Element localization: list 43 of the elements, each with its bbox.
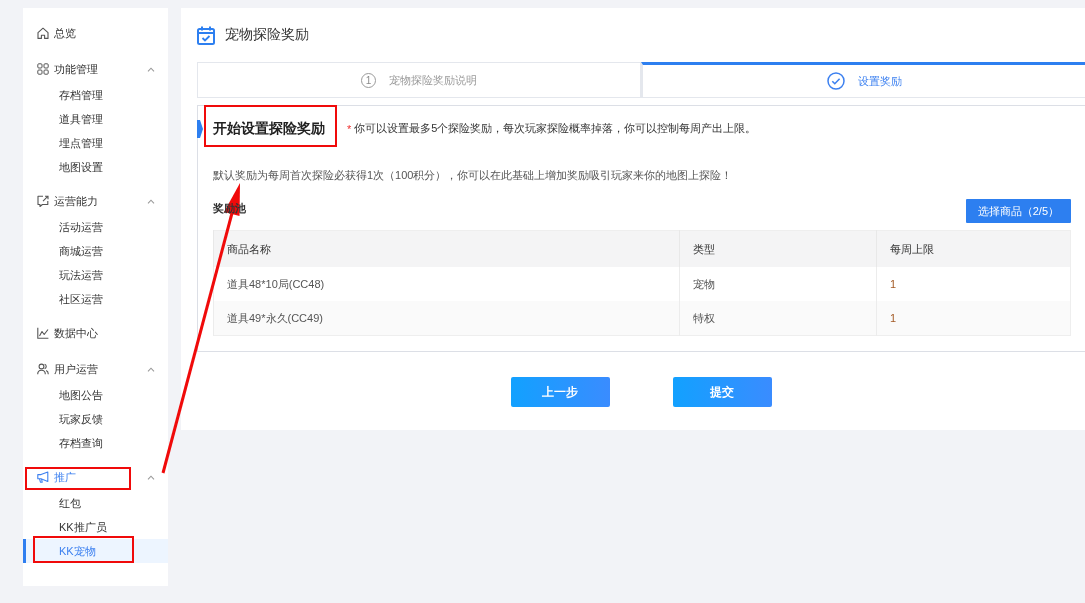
- sidebar-subitem[interactable]: 道具管理: [23, 107, 168, 131]
- sidebar-item[interactable]: 推广: [23, 465, 168, 489]
- share-square-icon: [37, 195, 49, 207]
- sidebar-subitem[interactable]: 埋点管理: [23, 131, 168, 155]
- step-tab[interactable]: 1 宠物探险奖励说明: [197, 62, 641, 98]
- table-cell: 道具49*永久(CC49): [213, 301, 680, 336]
- sidebar-subitem[interactable]: 地图设置: [23, 155, 168, 179]
- section-note: 你可以设置最多5个探险奖励，每次玩家探险概率掉落，你可以控制每周产出上限。: [354, 121, 757, 136]
- sidebar-subitem[interactable]: 地图公告: [23, 383, 168, 407]
- calendar-check-icon: [197, 25, 215, 45]
- megaphone-icon: [37, 471, 49, 483]
- sidebar-item[interactable]: 功能管理: [23, 57, 168, 81]
- sidebar-item[interactable]: 数据中心: [23, 321, 168, 345]
- sidebar-subitem[interactable]: 玩法运营: [23, 263, 168, 287]
- sidebar-subitem[interactable]: 存档查询: [23, 431, 168, 455]
- required-asterisk: *: [347, 122, 352, 135]
- grid-icon: [37, 63, 49, 75]
- line-chart-icon: [37, 327, 49, 339]
- sidebar-subitem[interactable]: KK宠物: [23, 539, 168, 563]
- sidebar-subitem[interactable]: KK推广员: [23, 515, 168, 539]
- column-header: 类型: [679, 230, 877, 267]
- column-header: 每周上限: [876, 230, 1071, 267]
- table-cell: 1: [876, 301, 1071, 336]
- page-title: 宠物探险奖励: [225, 26, 309, 44]
- step-tab[interactable]: 设置奖励: [641, 62, 1085, 98]
- column-header: 商品名称: [213, 230, 680, 267]
- sidebar-subitem[interactable]: 社区运营: [23, 287, 168, 311]
- users-icon: [37, 363, 49, 375]
- sidebar-item[interactable]: 总览: [23, 21, 168, 45]
- sidebar-subitem[interactable]: 红包: [23, 491, 168, 515]
- check-circle-icon: [826, 72, 845, 90]
- sidebar-item[interactable]: 用户运营: [23, 357, 168, 381]
- description-text: 默认奖励为每周首次探险必获得1次（100积分），你可以在此基础上增加奖励吸引玩家来你的地图上探险！: [213, 168, 734, 182]
- sidebar-subitem[interactable]: 活动运营: [23, 215, 168, 239]
- home-icon: [37, 27, 49, 39]
- sidebar-item[interactable]: 运营能力: [23, 189, 168, 213]
- table-cell: 特权: [679, 301, 877, 336]
- sidebar-subitem[interactable]: 存档管理: [23, 83, 168, 107]
- section-title: 开始设置探险奖励: [213, 119, 325, 138]
- sidebar-subitem[interactable]: 玩家反馈: [23, 407, 168, 431]
- select-goods-button[interactable]: 选择商品（2/5）: [965, 199, 1071, 223]
- section-marker-icon: [197, 120, 203, 138]
- sidebar-subitem[interactable]: 商城运营: [23, 239, 168, 263]
